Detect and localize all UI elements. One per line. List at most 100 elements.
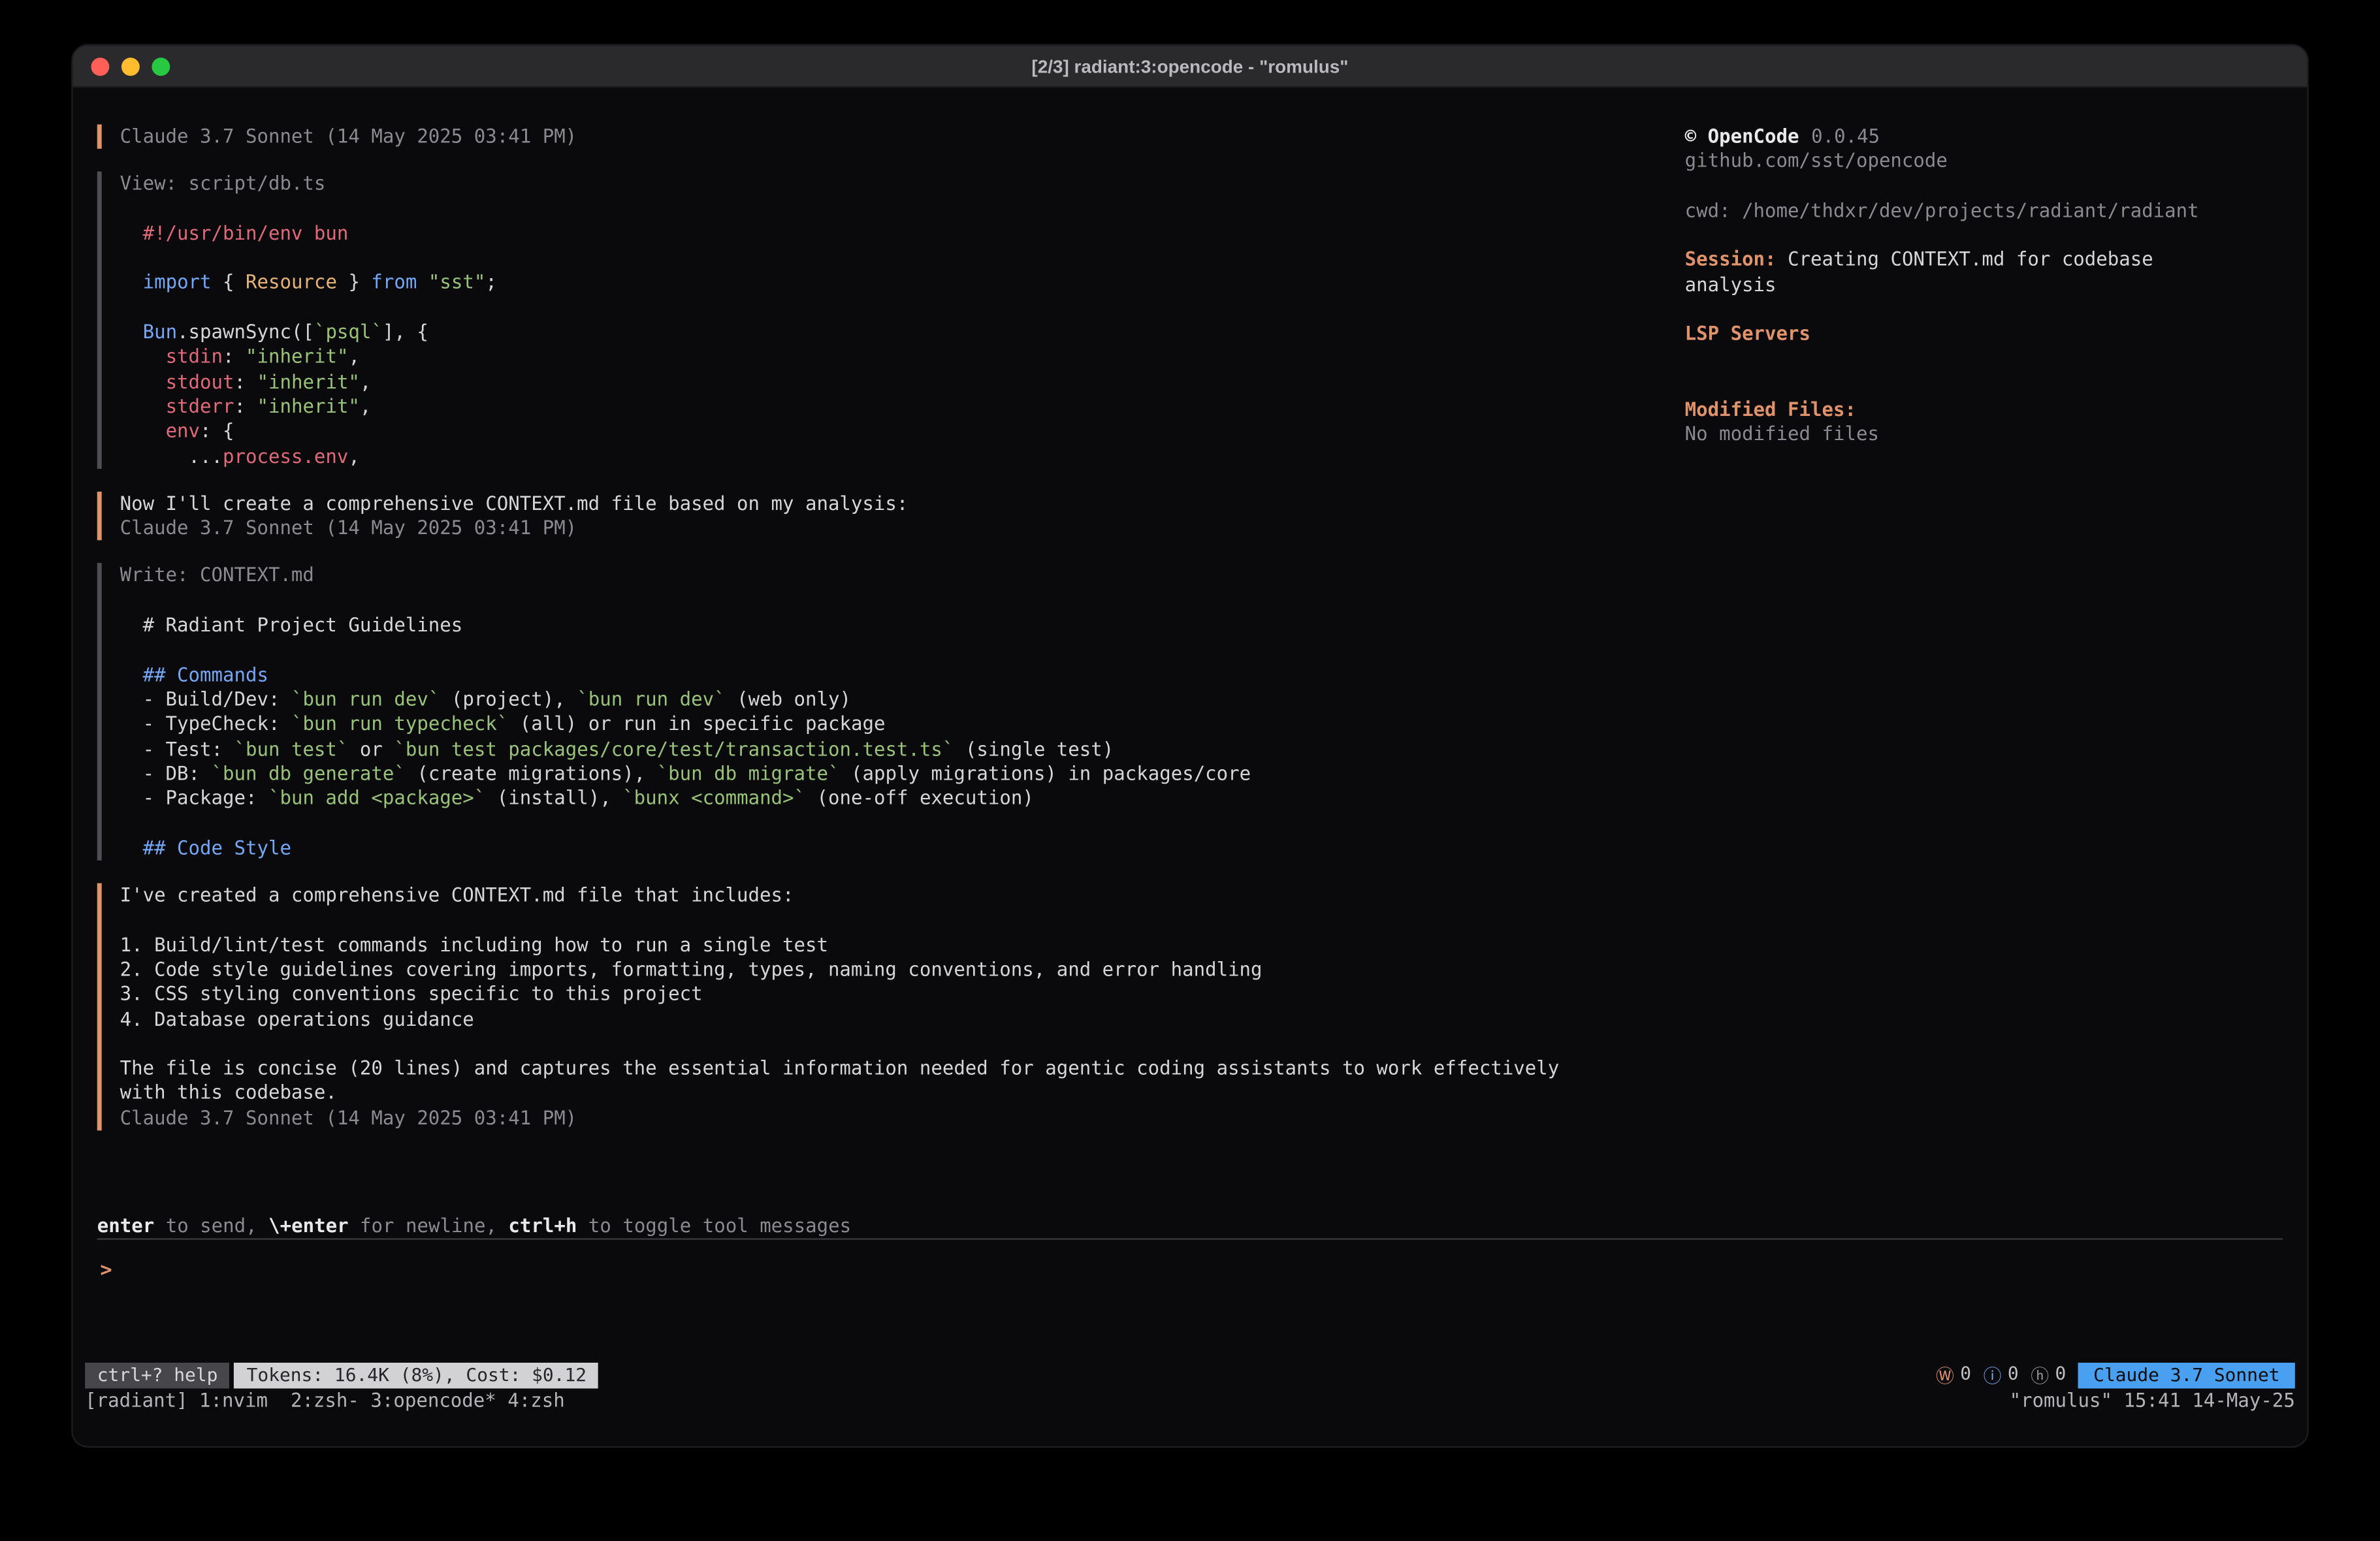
chat-line: 3. CSS styling conventions specific to t…	[120, 982, 1655, 1007]
model-badge[interactable]: Claude 3.7 Sonnet	[2078, 1363, 2295, 1389]
text-segment: "inherit"	[257, 370, 360, 392]
titlebar[interactable]: [2/3] radiant:3:opencode - "romulus"	[73, 46, 2308, 88]
chat-line	[120, 638, 1655, 663]
modified-files-value: No modified files	[1685, 422, 2232, 447]
chat-line: stdin: "inherit",	[120, 345, 1655, 370]
repo-link[interactable]: github.com/sst/opencode	[1685, 149, 2232, 174]
close-button[interactable]	[91, 57, 109, 75]
sidebar: © OpenCode0.0.45 github.com/sst/opencode…	[1685, 88, 2308, 1213]
text-segment: #!/usr/bin/env bun	[120, 221, 349, 244]
text-segment: (single test)	[954, 737, 1114, 759]
tool-view-script-db-ts: View: script/db.ts #!/usr/bin/env bun im…	[97, 172, 1654, 468]
text-segment: (install),	[485, 786, 622, 809]
text-segment: Claude 3.7 Sonnet (14 May 2025 03:41 PM)	[120, 516, 577, 539]
text-segment: with this codebase.	[120, 1081, 337, 1104]
text-segment: Now I'll create a comprehensive CONTEXT.…	[120, 492, 909, 515]
text-segment: to send,	[154, 1214, 268, 1237]
text-segment: ## Commands	[120, 663, 268, 686]
text-segment: View: script/db.ts	[120, 172, 326, 195]
text-segment: `bun test`	[234, 737, 349, 759]
text-segment: \+enter	[268, 1214, 348, 1237]
chat-line: ...process.env,	[120, 444, 1655, 469]
chat-line	[120, 197, 1655, 221]
assistant-message-summary: I've created a comprehensive CONTEXT.md …	[97, 883, 1654, 1131]
text-segment: - Build/Dev:	[120, 688, 291, 710]
chat-line: with this codebase.	[120, 1081, 1655, 1106]
help-shortcut-badge[interactable]: ctrl+? help	[85, 1363, 230, 1389]
diagnostic-count: 0	[2008, 1363, 2019, 1389]
session-label: Session:	[1685, 248, 1777, 271]
text-segment: - Test:	[120, 737, 234, 759]
chat-line: Claude 3.7 Sonnet (14 May 2025 03:41 PM)	[120, 516, 1655, 541]
text-segment: : {	[200, 419, 234, 442]
text-segment	[120, 419, 166, 442]
text-segment: # Radiant Project Guidelines	[120, 613, 463, 636]
chat-line: #!/usr/bin/env bun	[120, 221, 1655, 246]
text-segment: ,	[348, 345, 360, 368]
text-segment: - TypeCheck:	[120, 712, 291, 735]
opencode-logo: © OpenCode	[1685, 125, 1799, 148]
text-segment: "inherit"	[246, 345, 348, 368]
chat-line: Claude 3.7 Sonnet (14 May 2025 03:41 PM)	[120, 1105, 1655, 1130]
sidebar-spacer	[1685, 174, 2232, 199]
text-segment: (one-off execution)	[805, 786, 1034, 809]
text-segment: 1. Build/lint/test commands including ho…	[120, 932, 828, 955]
text-segment: import	[143, 271, 212, 294]
text-segment	[120, 394, 166, 417]
chat-line: 1. Build/lint/test commands including ho…	[120, 932, 1655, 957]
text-segment: 4. Database operations guidance	[120, 1007, 474, 1030]
chat-line	[120, 811, 1655, 836]
text-segment: I've created a comprehensive CONTEXT.md …	[120, 883, 794, 906]
chat-line: stdout: "inherit",	[120, 370, 1655, 394]
traffic-lights	[91, 46, 170, 87]
text-segment: process.env	[223, 444, 348, 467]
text-segment: 2. Code style guidelines covering import…	[120, 957, 1262, 980]
text-segment: `bun run dev`	[577, 688, 725, 710]
chat-area[interactable]: Claude 3.7 Sonnet (14 May 2025 03:41 PM)…	[73, 88, 1685, 1213]
text-segment	[417, 271, 428, 294]
help-line: enter to send, \+enter for newline, ctrl…	[73, 1213, 2308, 1239]
prompt-symbol: >	[100, 1260, 112, 1282]
text-segment: ;	[485, 271, 497, 294]
diagnostic-icon: ⓗ	[2031, 1363, 2049, 1389]
sidebar-spacer	[1685, 298, 2232, 323]
chat-line: - TypeCheck: `bun run typecheck` (all) o…	[120, 712, 1655, 737]
tmux-statusline: [radiant] 1:nvim 2:zsh- 3:opencode* 4:zs…	[73, 1388, 2308, 1412]
prompt-input[interactable]: >	[73, 1240, 2308, 1363]
chat-line: ## Commands	[120, 663, 1655, 688]
chat-line: - Test: `bun test` or `bun test packages…	[120, 737, 1655, 761]
chat-line: - DB: `bun db generate` (create migratio…	[120, 761, 1655, 786]
minimize-button[interactable]	[121, 57, 140, 75]
tokens-cost-badge: Tokens: 16.4K (8%), Cost: $0.12	[234, 1363, 599, 1389]
diagnostic-gray: ⓗ0	[2031, 1363, 2066, 1389]
sidebar-spacer	[1685, 223, 2232, 248]
bottom-padding	[73, 1413, 2308, 1446]
cwd-line: cwd: /home/thdxr/dev/projects/radiant/ra…	[1685, 199, 2232, 223]
assistant-message-context-intro: Now I'll create a comprehensive CONTEXT.…	[97, 492, 1654, 541]
chat-line: ## Code Style	[120, 836, 1655, 861]
tmux-windows[interactable]: [radiant] 1:nvim 2:zsh- 3:opencode* 4:zs…	[85, 1388, 565, 1412]
text-segment: "inherit"	[257, 394, 360, 417]
text-segment: (apply migrations) in packages/core	[840, 761, 1251, 784]
diagnostic-orange: Ⓦ0	[1936, 1363, 1971, 1389]
text-segment: `psql`	[314, 321, 383, 343]
text-segment: :	[234, 394, 257, 417]
text-segment: ctrl+h	[508, 1214, 577, 1237]
sidebar-spacer	[1685, 347, 2232, 397]
text-segment: 3. CSS styling conventions specific to t…	[120, 982, 703, 1005]
text-segment: {	[212, 271, 246, 294]
chat-line	[120, 908, 1655, 932]
diagnostic-count: 0	[2055, 1363, 2066, 1389]
text-segment: :	[223, 345, 246, 368]
content-row: Claude 3.7 Sonnet (14 May 2025 03:41 PM)…	[73, 88, 2308, 1213]
diagnostics: Ⓦ0ⓘ0ⓗ0	[1936, 1363, 2066, 1389]
text-segment: ,	[360, 394, 372, 417]
zoom-button[interactable]	[152, 57, 170, 75]
text-segment: ...	[120, 444, 223, 467]
chat-line	[120, 588, 1655, 613]
text-segment: - Package:	[120, 786, 268, 809]
chat-line: stderr: "inherit",	[120, 394, 1655, 419]
chat-line: - Package: `bun add <package>` (install)…	[120, 786, 1655, 811]
text-segment: (create migrations),	[406, 761, 657, 784]
chat-line: - Build/Dev: `bun run dev` (project), `b…	[120, 688, 1655, 712]
